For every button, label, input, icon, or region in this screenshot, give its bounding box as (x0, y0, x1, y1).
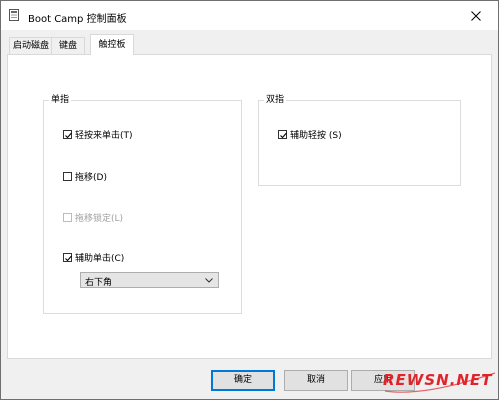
watermark: REWSN.NET (383, 367, 498, 395)
two-finger-title: 双指 (264, 94, 287, 106)
bootcamp-app-icon (9, 9, 19, 21)
cancel-button[interactable]: 取消 (284, 370, 348, 391)
secondary-click-checkbox[interactable] (63, 253, 72, 262)
tap-to-click-label: 轻按来单击(T) (75, 131, 133, 141)
secondary-click-corner-value: 右下角 (85, 278, 113, 288)
secondary-tap-label: 辅助轻按 (S) (290, 131, 342, 141)
tab-startup-disk[interactable]: 启动磁盘 (9, 37, 53, 54)
watermark-text: REWSN.NET (383, 371, 493, 389)
checkmark-icon (65, 255, 72, 262)
ok-button[interactable]: 确定 (211, 370, 275, 391)
checkmark-icon (65, 132, 72, 139)
tap-to-click-option[interactable]: 轻按来单击(T) (63, 128, 133, 141)
drag-lock-label: 拖移锁定(L) (75, 214, 124, 224)
close-button[interactable] (454, 1, 498, 30)
secondary-click-corner-select[interactable]: 右下角 (80, 272, 219, 288)
checkmark-icon (280, 132, 287, 139)
secondary-tap-checkbox[interactable] (278, 130, 287, 139)
tab-trackpad[interactable]: 触控板 (90, 34, 134, 55)
dragging-option[interactable]: 拖移(D) (63, 170, 107, 183)
drag-lock-checkbox (63, 213, 72, 222)
tab-strip: 启动磁盘 键盘 触控板 (7, 34, 492, 55)
close-icon (471, 10, 481, 21)
dragging-checkbox[interactable] (63, 172, 72, 181)
secondary-tap-option[interactable]: 辅助轻按 (S) (278, 128, 342, 141)
trackpad-panel: 单指 轻按来单击(T) 拖移(D) 拖移锁定(L) 辅助单击(C) 右下角 双指… (7, 54, 492, 359)
tap-to-click-checkbox[interactable] (63, 130, 72, 139)
two-finger-group: 双指 辅助轻按 (S) (258, 94, 461, 186)
dragging-label: 拖移(D) (75, 173, 107, 183)
secondary-click-label: 辅助单击(C) (75, 254, 125, 264)
title-bar: Boot Camp 控制面板 (1, 1, 498, 30)
secondary-click-option[interactable]: 辅助单击(C) (63, 251, 124, 264)
single-finger-title: 单指 (49, 94, 72, 106)
single-finger-group: 单指 轻按来单击(T) 拖移(D) 拖移锁定(L) 辅助单击(C) 右下角 (43, 94, 242, 314)
chevron-down-icon (205, 278, 213, 283)
window: Boot Camp 控制面板 启动磁盘 键盘 触控板 单指 轻按来单击(T) 拖… (0, 0, 499, 400)
tab-keyboard[interactable]: 键盘 (51, 37, 85, 54)
window-title: Boot Camp 控制面板 (28, 14, 127, 25)
drag-lock-option: 拖移锁定(L) (63, 211, 123, 224)
